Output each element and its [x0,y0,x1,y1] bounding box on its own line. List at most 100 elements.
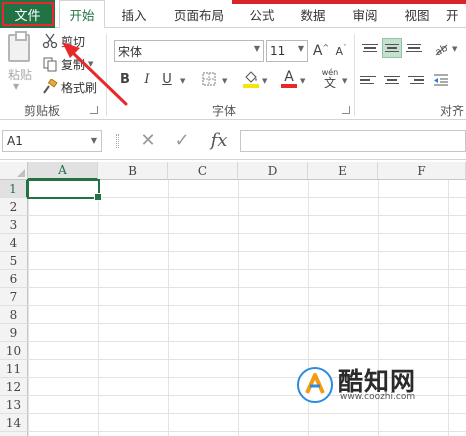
name-box-value: A1 [7,134,23,148]
chevron-down-icon[interactable]: ▼ [452,45,457,53]
font-name-select[interactable]: 宋体 ▼ [114,40,264,62]
cancel-button[interactable]: ✕ [134,128,162,152]
watermark: 酷知网 www.coozhi.com [296,360,462,410]
column-header-c[interactable]: C [168,162,238,180]
bold-icon: B [120,71,130,87]
chevron-down-icon[interactable]: ▼ [180,77,185,85]
font-color-swatch [281,84,297,88]
row-header-14[interactable]: 14 [0,414,28,432]
column-header-d[interactable]: D [238,162,308,180]
tab-file[interactable]: 文件 [0,0,55,28]
row-header-7[interactable]: 7 [0,288,28,306]
tab-formulas[interactable]: 公式 [242,0,282,28]
grow-font-button[interactable]: A ^ [312,42,330,60]
font-size-value: 11 [270,44,286,58]
row-header-2[interactable]: 2 [0,198,28,216]
align-bottom-button[interactable] [404,38,424,58]
group-divider [106,34,107,116]
paste-icon [8,31,30,62]
tab-more-label: 开 [446,7,459,23]
fill-color-swatch [243,84,259,88]
row-header-5[interactable]: 5 [0,252,28,270]
tab-view-label: 视图 [404,7,430,23]
row-header-4[interactable]: 4 [0,234,28,252]
chevron-down-icon: ▼ [253,44,260,53]
fill-color-button[interactable] [242,68,260,90]
row-header-12[interactable]: 12 [0,378,28,396]
fx-icon: fx [210,129,228,151]
enter-button[interactable]: ✓ [168,128,196,152]
row-header-9[interactable]: 9 [0,324,28,342]
borders-button[interactable] [200,70,218,88]
align-right-button[interactable] [404,70,424,90]
column-header-b[interactable]: B [98,162,168,180]
tab-more[interactable]: 开 [446,0,466,28]
tab-page-layout[interactable]: 页面布局 [168,0,230,28]
chevron-down-icon[interactable]: ▼ [262,77,267,85]
tab-review[interactable]: 审阅 [344,0,386,28]
copy-button[interactable]: 复制 ▼ [42,55,93,73]
font-color-icon: A [284,69,294,85]
italic-button[interactable]: I [138,70,156,88]
orientation-button[interactable]: ab [432,39,450,57]
formula-input[interactable] [240,130,466,152]
tab-review-label: 审阅 [352,7,378,23]
orientation-icon: ab [433,43,449,56]
indent-icon [434,74,448,86]
row-header-10[interactable]: 10 [0,342,28,360]
name-box[interactable]: A1 ▼ [2,130,102,152]
select-all-button[interactable] [0,162,28,180]
column-header-a[interactable]: A [28,162,98,180]
phonetic-bottom: 文 [323,76,336,90]
splitter-handle[interactable] [116,134,119,148]
chevron-down-icon[interactable]: ▼ [222,77,227,85]
row-header-6[interactable]: 6 [0,270,28,288]
row-header-1[interactable]: 1 [0,180,28,198]
phonetic-guide-button[interactable]: wén 文 [318,66,342,92]
align-middle-button[interactable] [382,38,402,58]
tab-insert[interactable]: 插入 [112,0,156,28]
chevron-down-icon[interactable]: ▼ [342,77,347,85]
column-header-f[interactable]: F [378,162,466,180]
formula-bar: A1 ▼ ✕ ✓ fx [0,120,466,160]
italic-icon: I [144,71,150,87]
caret-up-icon: ^ [322,42,330,52]
ribbon: 粘贴 ▼ 剪切 复制 ▼ 格式刷 剪贴板 宋体 ▼ 11 ▼ A ^ Aˇ B I… [0,28,466,135]
row-header-8[interactable]: 8 [0,306,28,324]
cut-label: 剪切 [61,34,86,49]
tab-home[interactable]: 开始 [59,0,105,29]
align-left-button[interactable] [360,70,380,90]
row-header-11[interactable]: 11 [0,360,28,378]
group-divider [354,34,355,116]
row-header-13[interactable]: 13 [0,396,28,414]
font-group-label: 字体 [212,104,237,118]
column-header-e[interactable]: E [308,162,378,180]
cancel-icon: ✕ [140,129,156,151]
chevron-down-icon: ▼ [90,136,97,145]
paint-bucket-icon [245,71,257,83]
shrink-font-button[interactable]: Aˇ [332,42,350,60]
insert-function-button[interactable]: fx [204,128,234,152]
tab-data[interactable]: 数据 [292,0,334,28]
decrease-indent-button[interactable] [432,71,450,89]
row-header-15[interactable]: 15 [0,432,28,436]
grow-font-icon: A [312,43,323,59]
font-size-select[interactable]: 11 ▼ [266,40,308,62]
font-launcher-icon[interactable] [342,106,350,114]
ribbon-tab-bar: 文件 开始 插入 页面布局 公式 数据 审阅 视图 开 [0,0,466,29]
watermark-logo-icon [297,367,333,403]
bold-button[interactable]: B [116,70,134,88]
font-color-button[interactable]: A [280,68,298,90]
font-name-value: 宋体 [118,44,143,59]
tab-view[interactable]: 视图 [396,0,438,28]
row-header-3[interactable]: 3 [0,216,28,234]
cut-button[interactable]: 剪切 [42,32,85,50]
underline-button[interactable]: U [158,70,176,88]
active-cell-a1[interactable] [27,179,102,201]
chevron-down-icon[interactable]: ▼ [300,77,305,85]
format-painter-button[interactable]: 格式刷 [42,78,97,96]
align-top-button[interactable] [360,38,380,58]
tab-data-label: 数据 [300,7,326,23]
clipboard-launcher-icon[interactable] [90,106,98,114]
align-center-button[interactable] [382,70,402,90]
